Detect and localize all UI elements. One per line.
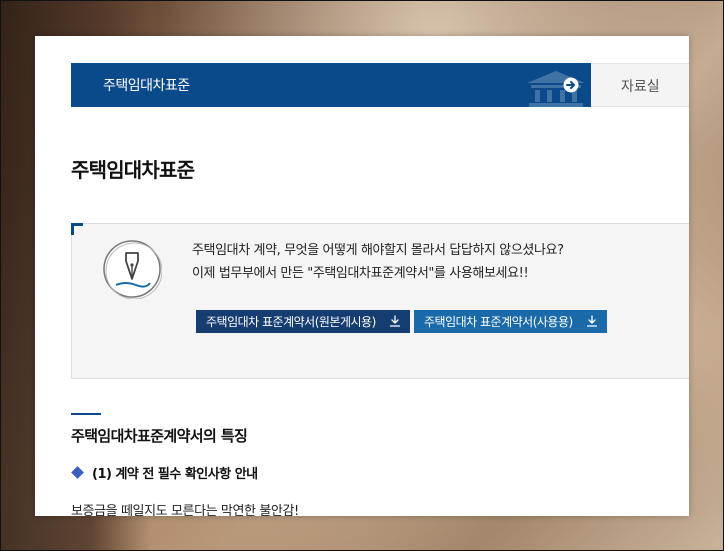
nav-secondary-label: 자료실 — [621, 79, 660, 95]
download-original-contract-button[interactable]: 주택임대차 표준계약서(원본게시용) — [196, 310, 410, 333]
download-usage-contract-label: 주택임대차 표준계약서(사용용) — [424, 315, 573, 329]
fountain-pen-icon — [103, 240, 162, 299]
section-subtitle: (1) 계약 전 필수 확인사항 안내 — [92, 467, 258, 482]
download-icon — [586, 315, 598, 327]
download-usage-contract-button[interactable]: 주택임대차 표준계약서(사용용) — [414, 310, 607, 333]
section-title: 주택임대차표준계약서의 특징 — [71, 427, 248, 445]
section-body-text: 보증금을 떼일지도 모른다는 막연한 불안감! — [71, 504, 299, 516]
building-icon — [527, 71, 585, 107]
info-question-text: 주택임대차 계약, 무엇을 어떻게 해야할지 몰라서 답답하지 않으셨나요? — [192, 243, 564, 258]
download-icon — [389, 315, 401, 327]
arrow-right-circle-icon[interactable] — [563, 77, 579, 93]
info-box-corner-accent — [71, 223, 83, 235]
nav-item-archive[interactable]: 자료실 — [591, 63, 689, 107]
diamond-bullet-icon — [71, 466, 84, 479]
info-suggestion-text: 이제 법무부에서 만든 "주택임대차표준계약서"를 사용해보세요!! — [192, 266, 529, 281]
page-title: 주택임대차표준 — [71, 158, 195, 182]
nav-item-housing-lease-standard[interactable]: 주택임대차표준 — [71, 63, 591, 107]
info-box: 주택임대차 계약, 무엇을 어떻게 해야할지 몰라서 답답하지 않으셨나요? 이… — [71, 223, 689, 379]
download-original-contract-label: 주택임대차 표준계약서(원본게시용) — [206, 315, 376, 329]
nav-primary-label: 주택임대차표준 — [103, 78, 190, 94]
section-divider — [71, 413, 101, 415]
document-page: 주택임대차표준 자료실 주택임대차표준 주택임대차 계약, 무엇을 어떻게 해야… — [35, 36, 689, 516]
top-navigation: 주택임대차표준 자료실 — [71, 63, 689, 107]
